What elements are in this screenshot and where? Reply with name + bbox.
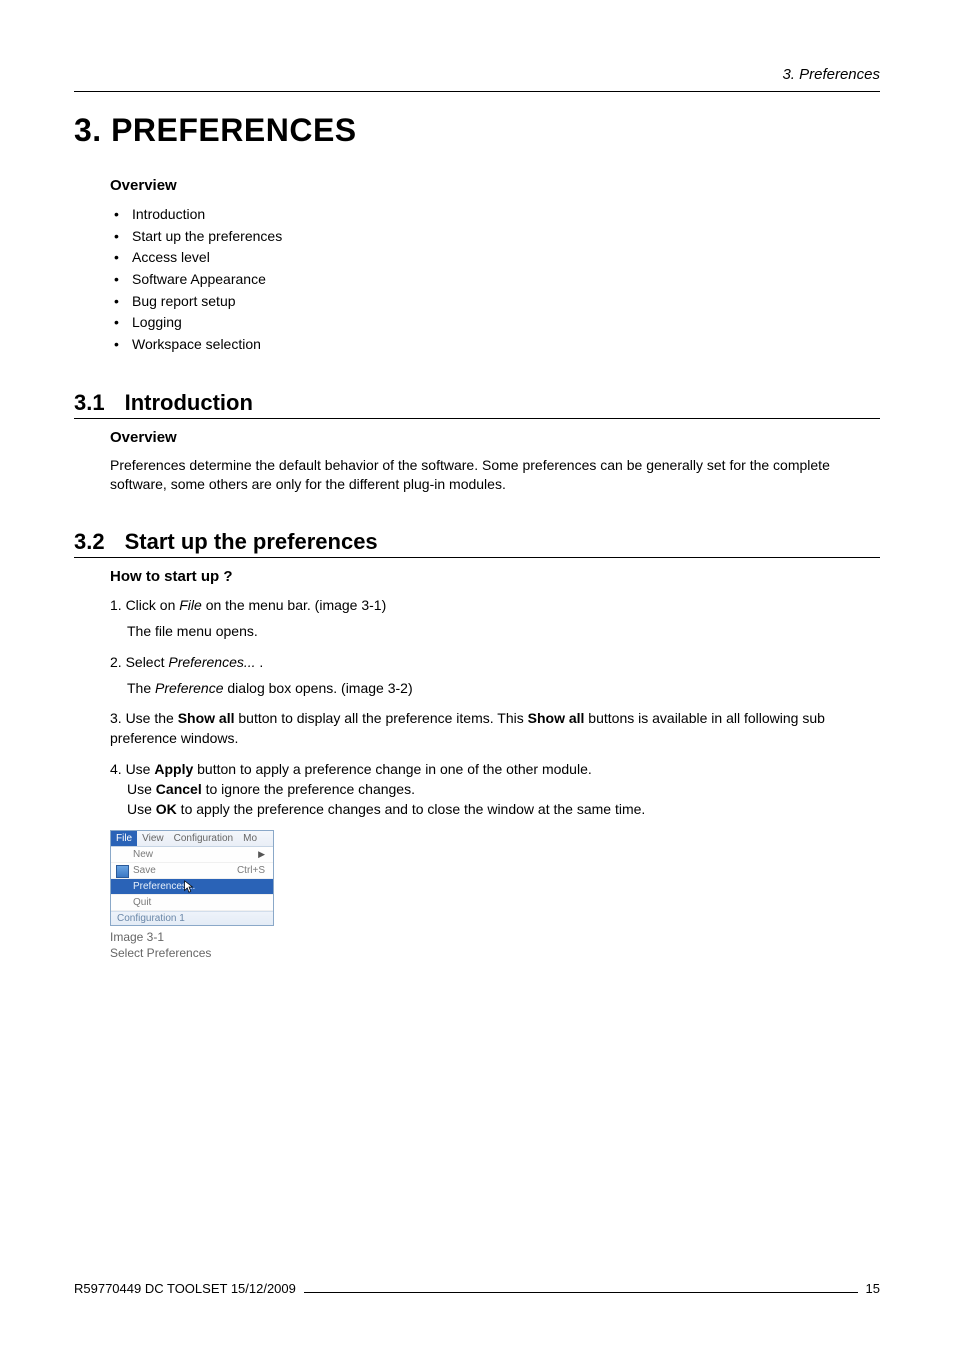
- dropdown-label: New: [133, 849, 153, 860]
- screenshot-statusbar: Configuration 1: [111, 911, 273, 925]
- footer-rule: [304, 1292, 858, 1293]
- screenshot-dropdown: New ▶ Save Ctrl+S Preferences... Quit: [111, 847, 273, 911]
- section-number: 3.2: [74, 529, 105, 555]
- step-text: 3. Use the: [110, 710, 178, 726]
- list-item: Access level: [110, 247, 880, 269]
- running-header: 3. Preferences: [74, 66, 880, 83]
- step-text: .: [256, 654, 264, 670]
- step-text: to ignore the preference changes.: [202, 781, 415, 797]
- screenshot-frame: File View Configuration Mo New ▶ Save Ct…: [110, 830, 274, 926]
- dropdown-label: Preferences...: [133, 881, 195, 892]
- step-text: on the menu bar. (image 3-1): [202, 597, 386, 613]
- overview-subhead-31: Overview: [110, 429, 880, 446]
- step-text: 4. Use: [110, 761, 154, 777]
- step-text: 2. Select: [110, 654, 168, 670]
- step-text: Use: [127, 801, 156, 817]
- header-rule: [74, 91, 880, 92]
- step-text: button to display all the preference ite…: [235, 710, 528, 726]
- step-2-sub: The Preference dialog box opens. (image …: [127, 678, 880, 698]
- footer-left: R59770449 DC TOOLSET 15/12/2009: [74, 1281, 296, 1296]
- step-4: 4. Use Apply button to apply a preferenc…: [110, 759, 880, 820]
- chapter-title: 3. PREFERENCES: [74, 112, 880, 149]
- step-1: 1. Click on File on the menu bar. (image…: [110, 595, 880, 642]
- image-caption: Image 3-1 Select Preferences: [110, 929, 880, 961]
- section-rule: [74, 557, 880, 558]
- page-footer: R59770449 DC TOOLSET 15/12/2009 15: [74, 1281, 880, 1296]
- steps-list: 1. Click on File on the menu bar. (image…: [110, 595, 880, 820]
- section-title: Introduction: [125, 390, 253, 416]
- dropdown-save: Save Ctrl+S: [111, 863, 273, 879]
- step-text: 1. Click on: [110, 597, 179, 613]
- step-3: 3. Use the Show all button to display al…: [110, 708, 880, 749]
- step-text: button to apply a preference change in o…: [193, 761, 592, 777]
- menu-view: View: [137, 831, 169, 846]
- step-text: dialog box opens. (image 3-2): [224, 680, 413, 696]
- overview-heading: Overview: [110, 177, 880, 194]
- step-strong: Show all: [178, 710, 235, 726]
- menu-file: File: [111, 831, 137, 846]
- caption-line: Image 3-1: [110, 930, 164, 944]
- page-number: 15: [866, 1281, 880, 1296]
- dropdown-new: New ▶: [111, 847, 273, 863]
- step-text: The: [127, 680, 155, 696]
- menu-configuration: Configuration: [169, 831, 238, 846]
- list-item: Bug report setup: [110, 291, 880, 313]
- list-item: Software Appearance: [110, 269, 880, 291]
- list-item: Start up the preferences: [110, 226, 880, 248]
- list-item: Workspace selection: [110, 334, 880, 356]
- screenshot-image-3-1: File View Configuration Mo New ▶ Save Ct…: [110, 830, 880, 961]
- how-to-subhead: How to start up ?: [110, 568, 880, 585]
- step-em: Preferences...: [168, 654, 255, 670]
- dropdown-label: Save: [133, 865, 156, 876]
- section-number: 3.1: [74, 390, 105, 416]
- section-3-2-header: 3.2 Start up the preferences: [74, 529, 880, 555]
- step-2: 2. Select Preferences... . The Preferenc…: [110, 652, 880, 699]
- list-item: Logging: [110, 312, 880, 334]
- step-text: to apply the preference changes and to c…: [177, 801, 646, 817]
- caption-line: Select Preferences: [110, 946, 211, 960]
- step-strong: OK: [156, 801, 177, 817]
- step-strong: Cancel: [156, 781, 202, 797]
- step-em: File: [179, 597, 202, 613]
- step-em: Preference: [155, 680, 223, 696]
- step-strong: Apply: [154, 761, 193, 777]
- dropdown-shortcut: Ctrl+S: [237, 865, 265, 876]
- menu-more: Mo: [238, 831, 262, 846]
- dropdown-preferences: Preferences...: [111, 879, 273, 895]
- section-3-1-header: 3.1 Introduction: [74, 390, 880, 416]
- section-title: Start up the preferences: [125, 529, 378, 555]
- list-item: Introduction: [110, 204, 880, 226]
- step-1-sub: The file menu opens.: [127, 621, 880, 641]
- step-text: Use: [127, 781, 156, 797]
- dropdown-label: Quit: [133, 897, 151, 908]
- submenu-arrow-icon: ▶: [258, 849, 265, 860]
- overview-list: Introduction Start up the preferences Ac…: [110, 204, 880, 356]
- screenshot-menubar: File View Configuration Mo: [111, 831, 273, 847]
- section-31-paragraph: Preferences determine the default behavi…: [110, 456, 880, 495]
- step-strong: Show all: [528, 710, 585, 726]
- section-rule: [74, 418, 880, 419]
- dropdown-quit: Quit: [111, 895, 273, 911]
